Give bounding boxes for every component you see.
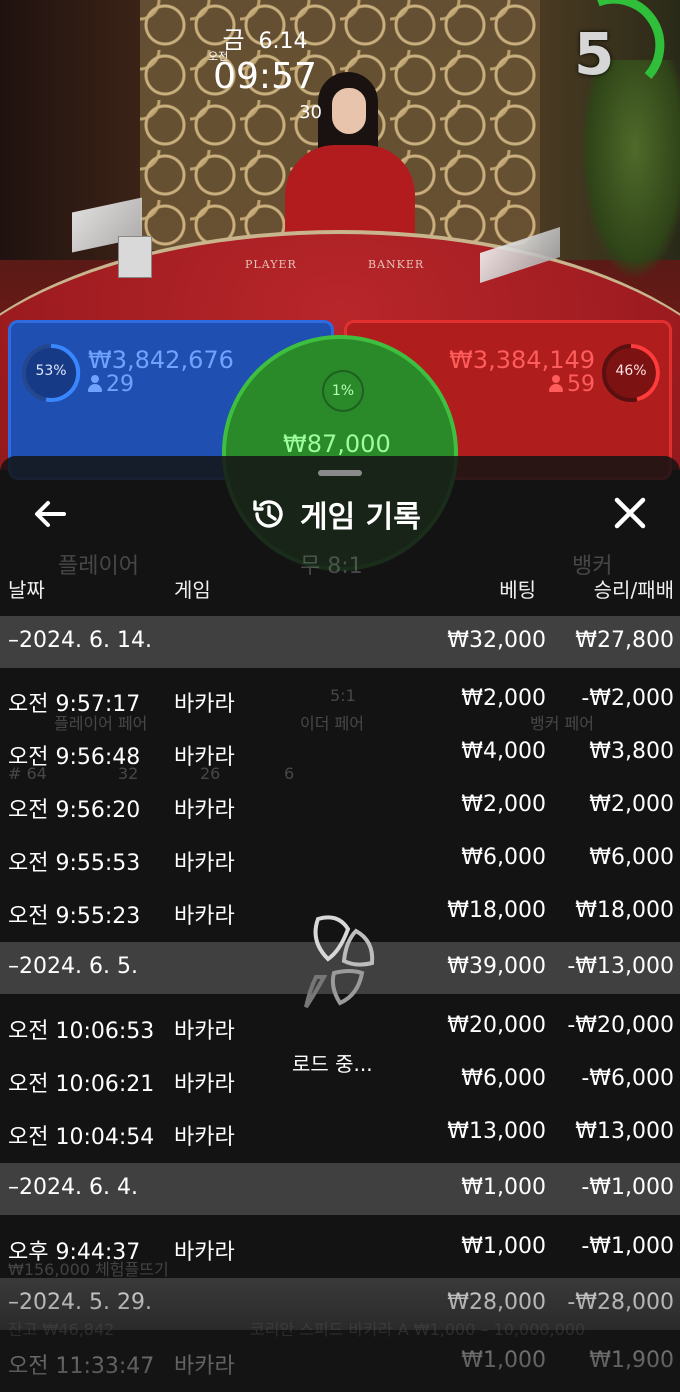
plant-decoration [580,60,680,280]
history-row[interactable]: 오전 9:56:20 바카라 ₩2,000 ₩2,000 [0,780,680,832]
clock-ampm: 오전 [208,50,229,63]
row-bet: ₩20,000 [447,1013,546,1038]
row-result: -₩1,000 [581,1234,674,1259]
clock-date: 6.14 [258,29,308,54]
row-game: 바카라 [174,1354,235,1379]
card-stack [118,236,152,278]
row-game: 바카라 [174,745,235,770]
row-time: 오전 11:33:47 [8,1354,155,1379]
row-bet: ₩1,000 [461,1348,546,1373]
row-time: 오전 10:06:21 [8,1072,155,1097]
row-result: ₩18,000 [575,898,674,923]
group-result-total: -₩1,000 [581,1175,674,1200]
player-bettor-count: 29 [88,372,134,397]
column-header-bet: 베팅 [499,578,536,602]
tie-bet-total: ₩87,000 [283,430,391,458]
row-game: 바카라 [174,1072,235,1097]
banker-bet-total: ₩3,384,149 [449,346,595,374]
date-group-row[interactable]: –2024. 6. 4. ₩1,000 -₩1,000 [0,1163,680,1215]
row-time: 오전 10:06:53 [8,1019,155,1044]
row-game: 바카라 [174,692,235,717]
row-result: -₩20,000 [567,1013,674,1038]
row-result: ₩3,800 [589,739,674,764]
row-result: -₩6,000 [581,1066,674,1091]
table-label-player: PLAYER [245,258,297,271]
row-time: 오전 9:56:48 [8,745,141,770]
dealer-face [332,88,366,134]
history-row[interactable]: 오전 9:55:53 바카라 ₩6,000 ₩6,000 [0,833,680,885]
row-time: 오전 9:56:20 [8,798,141,823]
row-bet: ₩13,000 [447,1119,546,1144]
sheet-drag-handle[interactable] [318,470,362,476]
row-game: 바카라 [174,1240,235,1265]
group-result-total: -₩28,000 [567,1290,674,1315]
row-game: 바카라 [174,851,235,876]
user-icon [549,375,563,392]
row-time: 오후 9:44:37 [8,1240,141,1265]
row-game: 바카라 [174,904,235,929]
group-date: –2024. 6. 5. [8,954,138,979]
loading-spinner-icon [304,915,375,1009]
row-result: -₩2,000 [581,686,674,711]
game-history-sheet: 플레이어 무 8:1 뱅커 5:1 플레이어 페어 이더 페어 뱅커 페어 # … [0,456,680,1392]
banker-count-value: 59 [567,372,595,397]
row-time: 오전 10:04:54 [8,1125,155,1150]
row-bet: ₩4,000 [461,739,546,764]
row-game: 바카라 [174,798,235,823]
row-time: 오전 9:55:23 [8,904,141,929]
row-result: ₩6,000 [589,845,674,870]
clock-seconds: 30 [299,102,322,123]
tie-percent: 1% [322,370,364,412]
stream-clock: 금 6.14 오전 09:57 30 [205,20,325,123]
group-result-total: -₩13,000 [567,954,674,979]
loading-text: 로드 중... [292,1052,373,1076]
column-header-date: 날짜 [8,578,45,602]
group-date: –2024. 6. 4. [8,1175,138,1200]
group-bet-total: ₩39,000 [447,954,546,979]
row-result: ₩13,000 [575,1119,674,1144]
player-bet-total: ₩3,842,676 [88,346,234,374]
banker-percent: 46% [615,363,647,379]
row-bet: ₩18,000 [447,898,546,923]
group-date: –2024. 5. 29. [8,1290,152,1315]
row-bet: ₩2,000 [461,792,546,817]
row-time: 오전 9:57:17 [8,692,141,717]
bg-tie-title: 무 8:1 [300,554,363,579]
table-label-banker: BANKER [368,258,425,271]
row-result: ₩2,000 [589,792,674,817]
date-group-row[interactable]: –2024. 5. 29. ₩28,000 -₩28,000 [0,1278,680,1330]
history-row[interactable]: 오전 9:57:17 바카라 ₩2,000 -₩2,000 [0,674,680,726]
group-bet-total: ₩28,000 [447,1290,546,1315]
row-result: ₩1,900 [589,1348,674,1373]
group-bet-total: ₩1,000 [461,1175,546,1200]
group-result-total: ₩27,800 [575,628,674,653]
countdown-number: 5 [574,20,615,88]
row-bet: ₩6,000 [461,845,546,870]
row-time: 오전 9:55:53 [8,851,141,876]
row-bet: ₩6,000 [461,1066,546,1091]
user-icon [88,375,102,392]
back-arrow-icon[interactable] [30,496,74,532]
close-icon[interactable] [608,494,652,534]
row-bet: ₩1,000 [461,1234,546,1259]
player-count-value: 29 [106,372,134,397]
column-header-game: 게임 [174,578,211,602]
history-icon [253,500,283,528]
date-group-row[interactable]: –2024. 6. 14. ₩32,000 ₩27,800 [0,616,680,668]
sheet-title: 게임 기록 [300,500,421,535]
history-row[interactable]: 오전 11:33:47 바카라 ₩1,000 ₩1,900 [0,1336,680,1388]
history-row[interactable]: 오전 10:04:54 바카라 ₩13,000 ₩13,000 [0,1107,680,1159]
row-game: 바카라 [174,1019,235,1044]
history-row[interactable]: 오전 9:56:48 바카라 ₩4,000 ₩3,800 [0,727,680,779]
history-row[interactable]: 오후 9:44:37 바카라 ₩1,000 -₩1,000 [0,1222,680,1274]
row-game: 바카라 [174,1125,235,1150]
banker-bettor-count: 59 [549,372,595,397]
player-percent: 53% [35,363,67,379]
row-bet: ₩2,000 [461,686,546,711]
group-bet-total: ₩32,000 [447,628,546,653]
bg-player-title: 플레이어 [58,554,139,579]
group-date: –2024. 6. 14. [8,628,152,653]
column-header-result: 승리/패배 [593,578,674,602]
sheet-header: 게임 기록 [250,492,421,536]
